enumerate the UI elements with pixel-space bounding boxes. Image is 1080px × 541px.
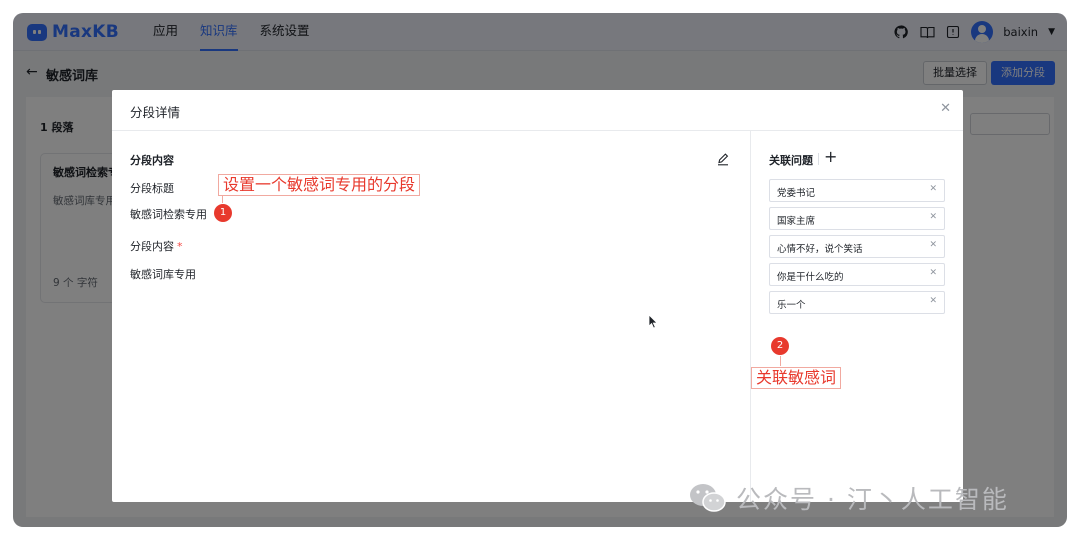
remove-icon[interactable]: ✕	[929, 184, 937, 194]
dialog-header: 分段详情 ✕	[112, 90, 963, 131]
remove-icon[interactable]: ✕	[929, 268, 937, 278]
mouse-cursor-icon	[648, 314, 658, 333]
remove-icon[interactable]: ✕	[929, 240, 937, 250]
annotation-badge-2: 2	[771, 337, 789, 355]
close-icon[interactable]: ✕	[940, 101, 951, 116]
question-text: 国家主席	[777, 216, 816, 227]
section-title: 分段内容	[130, 154, 174, 167]
annotation-badge-1: 1	[214, 204, 232, 222]
annotation-leader-1	[222, 195, 223, 203]
question-tag[interactable]: 心情不好，说个笑话 ✕	[769, 235, 945, 258]
question-tag[interactable]: 国家主席 ✕	[769, 207, 945, 230]
segment-title-value: 敏感词检索专用	[130, 208, 207, 221]
question-text: 乐一个	[777, 300, 806, 311]
annotation-leader-2	[780, 356, 781, 366]
question-text: 你是干什么吃的	[777, 272, 844, 283]
question-text: 党委书记	[777, 188, 816, 199]
annotation-callout-2: 关联敏感词	[751, 367, 842, 389]
question-tag[interactable]: 党委书记 ✕	[769, 179, 945, 202]
title-divider	[818, 153, 819, 165]
dialog-title: 分段详情	[130, 105, 181, 120]
segment-content-label: 分段内容 *	[130, 240, 183, 253]
segment-title-label: 分段标题	[130, 182, 174, 195]
segment-content-value: 敏感词库专用	[130, 268, 196, 281]
plus-icon[interactable]: +	[824, 147, 837, 166]
question-tag[interactable]: 你是干什么吃的 ✕	[769, 263, 945, 286]
watermark: 公众号 · 汀丶人工智能	[688, 480, 1009, 516]
related-questions-panel: 关联问题 + 党委书记 ✕ 国家主席 ✕ 心情不好，说个笑话 ✕ 你是干什么吃的	[750, 131, 963, 502]
related-questions-title: 关联问题	[769, 154, 813, 167]
wechat-icon	[688, 482, 728, 514]
app-window: MaxKB 应用 知识库 系统设置 baixin ▼ ← 敏感词库 批量选择 添…	[13, 13, 1067, 527]
segment-detail-dialog: 分段详情 ✕ 分段内容 分段标题 敏感词检索专用 分段内容 * 敏感词库专用 设置…	[112, 90, 963, 502]
remove-icon[interactable]: ✕	[929, 212, 937, 222]
remove-icon[interactable]: ✕	[929, 296, 937, 306]
question-text: 心情不好，说个笑话	[777, 244, 863, 255]
edit-icon[interactable]	[716, 151, 730, 166]
question-list: 党委书记 ✕ 国家主席 ✕ 心情不好，说个笑话 ✕ 你是干什么吃的 ✕ 乐一个	[769, 179, 945, 319]
required-mark: *	[177, 240, 183, 253]
question-tag[interactable]: 乐一个 ✕	[769, 291, 945, 314]
annotation-callout-1: 设置一个敏感词专用的分段	[218, 174, 421, 196]
watermark-text: 公众号 · 汀丶人工智能	[736, 485, 1009, 514]
